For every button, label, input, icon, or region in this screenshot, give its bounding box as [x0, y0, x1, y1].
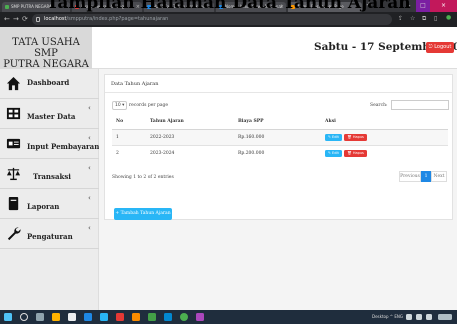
page-length-value: 10	[115, 103, 121, 108]
app-icon[interactable]	[196, 313, 204, 321]
sidebar-item-label: Laporan	[27, 202, 60, 211]
app-icon[interactable]	[84, 313, 92, 321]
sidebar-item-label: Input Pembayaran	[27, 142, 100, 151]
pagination-previous[interactable]: Previous	[399, 171, 421, 182]
table-header-row: No Tahun Ajaran Biaya SPP Aksi	[112, 115, 448, 130]
url-field[interactable]: localhost/smpputra/index.php?page=tahuna…	[32, 14, 392, 25]
logout-button[interactable]: ⎋ Logout	[426, 42, 454, 53]
main-content: Data Tahun Ajaran 10 ▾ records per page …	[99, 69, 457, 310]
info-icon	[36, 17, 40, 22]
file-explorer-icon[interactable]	[52, 313, 60, 321]
table-row: 2 2023-2024 Rp.200.000 ✎ Edit 🗑 Hapus	[112, 144, 448, 161]
cell-aksi: ✎ Edit 🗑 Hapus	[321, 144, 448, 161]
grid-icon	[6, 107, 21, 120]
pagination-next[interactable]: Next	[431, 171, 447, 182]
home-icon	[6, 76, 21, 91]
column-header-aksi[interactable]: Aksi	[321, 115, 448, 130]
scale-icon	[6, 167, 21, 181]
app-icon[interactable]	[132, 313, 140, 321]
column-header-no[interactable]: No	[112, 115, 146, 130]
data-table: No Tahun Ajaran Biaya SPP Aksi 1 2022-20…	[112, 115, 448, 161]
edit-button[interactable]: ✎ Edit	[325, 149, 342, 157]
task-view-icon[interactable]	[36, 313, 44, 321]
app-icon[interactable]	[116, 313, 124, 321]
cell-no: 1	[112, 128, 146, 145]
sidebar-item-label: Master Data	[27, 112, 76, 121]
star-icon[interactable]: ☆	[410, 15, 415, 22]
table-row: 1 2022-2023 Rp.160.000 ✎ Edit 🗑 Hapus	[112, 128, 448, 145]
divider	[105, 92, 452, 93]
book-icon	[8, 196, 19, 211]
add-tahun-ajaran-button[interactable]: + Tambah Tahun Ajaran	[114, 208, 172, 220]
volume-icon[interactable]	[416, 314, 422, 320]
app-icon[interactable]	[100, 313, 108, 321]
chevron-left-icon: ‹	[88, 224, 91, 232]
forward-icon[interactable]: →	[13, 15, 19, 23]
extensions-icon[interactable]: ⧉	[422, 15, 426, 23]
cell-tahun-ajaran: 2023-2024	[146, 144, 234, 161]
back-icon[interactable]: ←	[4, 15, 10, 23]
share-icon[interactable]: ⇪	[398, 15, 403, 22]
taskbar: Desktop ^ ENG	[0, 310, 457, 324]
search-input[interactable]	[391, 100, 449, 110]
chevron-left-icon: ‹	[88, 104, 91, 112]
url-path: /smpputra/index.php?page=tahunajaran	[66, 16, 169, 22]
data-card: Data Tahun Ajaran 10 ▾ records per page …	[104, 74, 453, 220]
showing-entries-text: Showing 1 to 2 of 2 entries	[112, 175, 174, 180]
network-icon[interactable]	[406, 314, 412, 320]
page-length-select[interactable]: 10 ▾	[112, 101, 127, 110]
app-icon[interactable]	[148, 313, 156, 321]
cell-biaya-spp: Rp.160.000	[234, 128, 321, 145]
address-bar: ← → ⟳ localhost/smpputra/index.php?page=…	[0, 12, 457, 27]
cell-no: 2	[112, 144, 146, 161]
cell-aksi: ✎ Edit 🗑 Hapus	[321, 128, 448, 145]
url-host: localhost	[44, 16, 67, 22]
search-label: Search:	[370, 103, 388, 108]
column-header-biaya-spp[interactable]: Biaya SPP	[234, 115, 321, 130]
sidebar-item-dashboard[interactable]: Dashboard	[0, 69, 99, 99]
sidebar: Dashboard Master Data ‹ Input Pembayaran…	[0, 69, 99, 310]
search-icon[interactable]	[20, 313, 28, 321]
sidebar-item-input-pembayaran[interactable]: Input Pembayaran ‹	[0, 129, 99, 159]
cell-tahun-ajaran: 2022-2023	[146, 128, 234, 145]
profile-icon[interactable]: ●	[446, 14, 451, 21]
app-icon[interactable]	[164, 313, 172, 321]
caption-heading: Tampilan Halaman Data Tahun Ajaran	[46, 0, 411, 12]
chevron-left-icon: ‹	[88, 134, 91, 142]
pagination-page[interactable]: 1	[421, 171, 431, 182]
delete-button[interactable]: 🗑 Hapus	[344, 133, 367, 141]
app-icon[interactable]	[68, 313, 76, 321]
brand-logo[interactable]: TATA USAHA SMP PUTRA NEGARA	[0, 27, 92, 70]
chevron-left-icon: ‹	[88, 194, 91, 202]
windows-start-icon[interactable]	[4, 313, 12, 321]
chrome-icon[interactable]	[180, 313, 188, 321]
battery-icon[interactable]	[426, 314, 432, 320]
sidebar-item-pengaturan[interactable]: Pengaturan ‹	[0, 219, 99, 249]
sidebar-item-master-data[interactable]: Master Data ‹	[0, 99, 99, 129]
brand-line-1: TATA USAHA SMP	[12, 37, 80, 59]
edit-button[interactable]: ✎ Edit	[325, 133, 342, 141]
card-icon	[6, 138, 21, 149]
column-header-tahun-ajaran[interactable]: Tahun Ajaran	[146, 115, 234, 130]
chevron-left-icon: ‹	[88, 164, 91, 172]
sidebar-item-laporan[interactable]: Laporan ‹	[0, 189, 99, 219]
sidebar-item-label: Dashboard	[27, 78, 70, 87]
clock-icon[interactable]	[438, 314, 452, 320]
sidebar-item-transaksi[interactable]: Transaksi ‹	[0, 159, 99, 189]
card-title: Data Tahun Ajaran	[111, 81, 159, 87]
page: SMP PUTRA NEGARA × Bisnis Inema - 41 Lag…	[0, 0, 457, 324]
sidebar-panel-icon[interactable]: ▯	[434, 15, 437, 22]
sidebar-item-label: Transaksi	[33, 172, 71, 181]
app-header: TATA USAHA SMP PUTRA NEGARA Sabtu - 17 S…	[0, 27, 457, 70]
sidebar-item-label: Pengaturan	[27, 232, 73, 241]
delete-button[interactable]: 🗑 Hapus	[344, 149, 367, 157]
wrench-icon	[7, 227, 21, 241]
cell-biaya-spp: Rp.200.000	[234, 144, 321, 161]
system-tray-text: Desktop ^ ENG	[372, 314, 404, 319]
reload-icon[interactable]: ⟳	[22, 15, 28, 23]
records-per-page-label: records per page	[129, 103, 169, 108]
